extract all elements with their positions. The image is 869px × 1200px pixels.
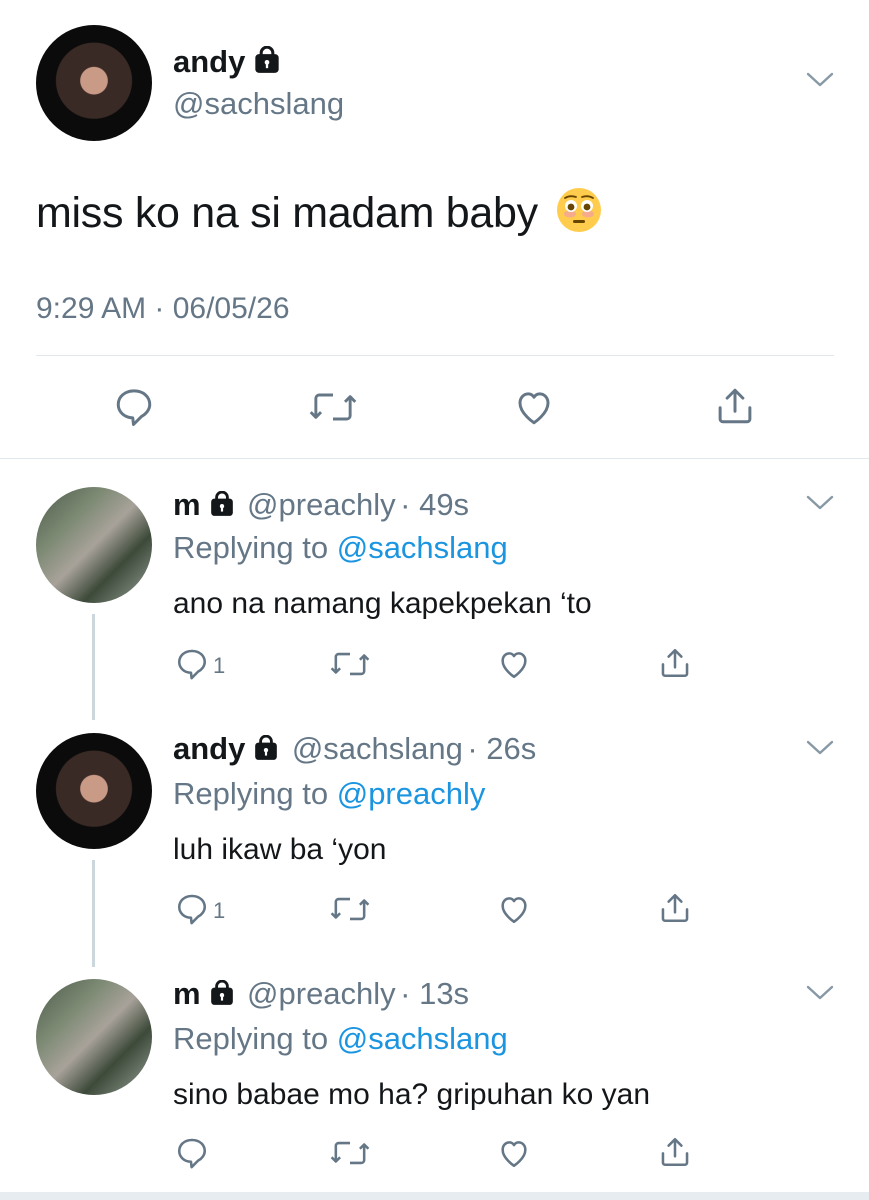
replying-to: Replying to @preachly <box>173 776 485 812</box>
replying-to-label: Replying to <box>173 776 337 811</box>
author-row: andy <box>173 44 281 80</box>
share-icon[interactable] <box>658 890 692 926</box>
retweet-icon[interactable] <box>309 386 357 428</box>
avatar[interactable] <box>36 25 152 141</box>
tweet-text-row: miss ko na si madam baby <box>36 187 602 244</box>
timestamp[interactable]: · 13s <box>400 976 469 1011</box>
timestamp[interactable]: 9:29 AM · 06/05/26 <box>36 292 290 326</box>
mention-link[interactable]: @preachly <box>337 776 486 811</box>
tweet-text: miss ko na si madam baby <box>36 189 538 237</box>
author-row: m @preachly · 49s <box>173 487 469 523</box>
mention-link[interactable]: @sachslang <box>337 530 508 565</box>
chevron-down-icon[interactable] <box>805 983 835 1008</box>
divider <box>0 458 869 459</box>
replying-to: Replying to @sachslang <box>173 1021 508 1057</box>
chevron-down-icon[interactable] <box>805 493 835 518</box>
lock-icon <box>253 734 279 766</box>
handle[interactable]: @preachly <box>247 487 396 522</box>
display-name[interactable]: m <box>173 487 201 522</box>
reply-icon[interactable] <box>175 1136 209 1170</box>
divider <box>36 355 834 356</box>
chevron-down-icon[interactable] <box>805 70 835 95</box>
avatar[interactable] <box>36 487 152 603</box>
lock-icon <box>209 490 235 522</box>
handle[interactable]: @preachly <box>247 976 396 1011</box>
avatar[interactable] <box>36 979 152 1095</box>
author-row: andy @sachslang · 26s <box>173 731 536 767</box>
bottom-separator <box>0 1192 869 1200</box>
replying-to: Replying to @sachslang <box>173 530 508 566</box>
like-icon[interactable] <box>496 1136 532 1170</box>
replying-to-label: Replying to <box>173 530 337 565</box>
tweet-text: ano na namang kapekpekan ‘to <box>173 587 592 620</box>
display-name[interactable]: m <box>173 976 201 1011</box>
share-icon[interactable] <box>658 1134 692 1170</box>
reply-count: 1 <box>213 653 226 678</box>
like-icon[interactable] <box>496 647 532 681</box>
chevron-down-icon[interactable] <box>805 738 835 763</box>
thread-line <box>92 614 95 720</box>
flushed-emoji-icon <box>556 187 602 244</box>
avatar[interactable] <box>36 733 152 849</box>
timestamp[interactable]: · 26s <box>467 731 536 766</box>
share-icon[interactable] <box>658 645 692 681</box>
reply-icon[interactable] <box>175 892 209 926</box>
share-icon[interactable] <box>714 384 756 428</box>
retweet-icon[interactable] <box>330 892 370 926</box>
retweet-icon[interactable] <box>330 1136 370 1170</box>
display-name[interactable]: andy <box>173 731 245 766</box>
retweet-icon[interactable] <box>330 647 370 681</box>
mention-link[interactable]: @sachslang <box>337 1021 508 1056</box>
lock-icon <box>209 979 235 1011</box>
thread-line <box>92 860 95 967</box>
reply-count: 1 <box>213 898 226 923</box>
like-icon[interactable] <box>496 892 532 926</box>
replying-to-label: Replying to <box>173 1021 337 1056</box>
tweet-text: sino babae mo ha? gripuhan ko yan <box>173 1078 651 1111</box>
like-icon[interactable] <box>512 386 556 428</box>
tweet-text: luh ikaw ba ‘yon <box>173 833 387 866</box>
timestamp[interactable]: · 49s <box>400 487 469 522</box>
author-row: m @preachly · 13s <box>173 976 469 1012</box>
handle[interactable]: @sachslang <box>292 731 463 766</box>
handle[interactable]: @sachslang <box>173 86 344 122</box>
reply-icon[interactable] <box>113 386 155 428</box>
lock-icon <box>253 45 281 79</box>
reply-icon[interactable] <box>175 647 209 681</box>
display-name[interactable]: andy <box>173 44 245 79</box>
